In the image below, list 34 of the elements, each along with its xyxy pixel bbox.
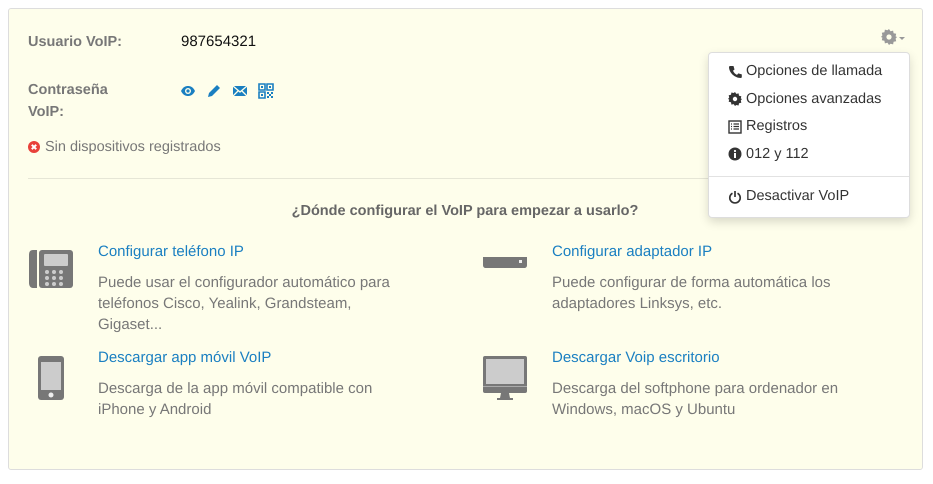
monitor-icon (482, 355, 528, 401)
option-link[interactable]: Descargar app móvil VoIP (98, 347, 272, 369)
menu-item[interactable]: Opciones avanzadas (709, 86, 909, 113)
settings-icon (881, 29, 906, 45)
mobile-phone-icon (37, 355, 65, 401)
qr-code-icon[interactable] (258, 83, 274, 99)
section-heading: ¿Dónde configurar el VoIP para empezar a usarlo? (290, 202, 640, 221)
info-icon (728, 147, 742, 162)
option-link[interactable]: Descargar Voip escritorio (552, 347, 720, 369)
eye-icon[interactable] (180, 83, 196, 99)
field-label: Contraseña VoIP: (28, 81, 109, 122)
option-link[interactable]: Configurar teléfono IP (98, 241, 244, 263)
option-description: Descarga del softphone para ordenador en Windows, macOS y Ubuntu (552, 379, 840, 420)
field-value: 987654321 (181, 32, 256, 52)
list-icon (728, 120, 742, 134)
option-description: Descarga de la app móvil compatible con iPhone y Android (98, 379, 374, 420)
desk-phone-icon (28, 249, 74, 289)
menu-item[interactable]: Opciones de llamada (709, 58, 909, 86)
status-text: Sin dispositivos registrados (45, 138, 221, 156)
power-icon (728, 190, 742, 204)
field-label: Usuario VoIP: (28, 33, 123, 52)
settings-icon (728, 92, 742, 106)
option-link[interactable]: Configurar adaptador IP (552, 241, 712, 263)
pencil-icon[interactable] (206, 83, 222, 99)
envelope-icon[interactable] (232, 83, 248, 99)
settings-menu-button[interactable] (881, 29, 906, 45)
phone-icon (728, 64, 742, 79)
adapter-icon (482, 255, 528, 269)
menu-item[interactable]: Desactivar VoIP (709, 183, 909, 210)
menu-item[interactable]: Registros (709, 113, 909, 140)
menu-item[interactable]: 012 y 112 (709, 140, 909, 168)
option-description: Puede configurar de forma automática los adaptadores Linksys, etc. (552, 273, 832, 314)
error-icon (28, 141, 40, 153)
option-description: Puede usar el configurador automático para teléfonos Cisco, Yealink, Grandsteam, Gigaset... (98, 273, 391, 335)
